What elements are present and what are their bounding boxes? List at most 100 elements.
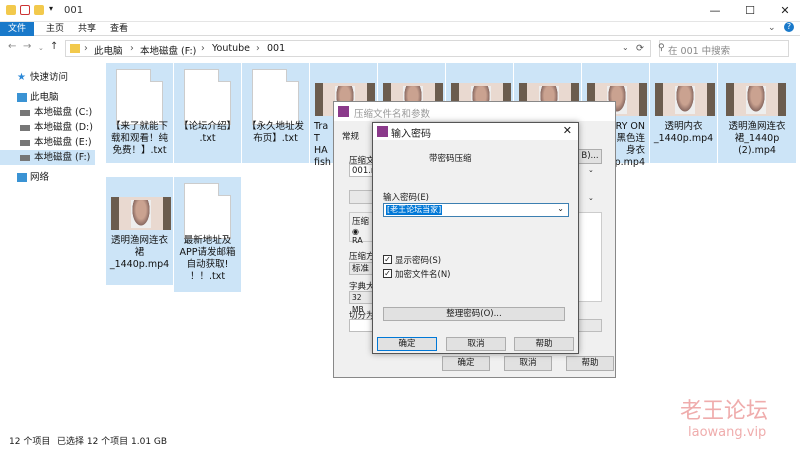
- status-bar: 12 个项目 已选择 12 个项目 1.01 GB: [0, 435, 800, 450]
- forward-arrow-icon[interactable]: →: [23, 41, 31, 52]
- selection-info: 已选择 12 个项目 1.01 GB: [57, 437, 168, 447]
- chevron-right-icon: ›: [201, 43, 205, 54]
- dictionary-select[interactable]: 32 MB: [349, 291, 373, 314]
- up-arrow-icon[interactable]: ↑: [50, 41, 58, 52]
- file-name: 透明内衣 _1440p.mp4: [653, 121, 714, 144]
- refresh-icon[interactable]: ⟳: [636, 43, 644, 54]
- file-item[interactable]: 最新地址及 APP请发邮箱 自动获取! ！！.txt: [174, 177, 241, 292]
- search-box[interactable]: ⚲ 在 001 中搜索: [658, 40, 789, 57]
- folder-icon: [6, 5, 16, 15]
- password-ok-button[interactable]: 确定: [377, 337, 437, 351]
- vertical-scrollbar[interactable]: [788, 62, 798, 432]
- network-icon: [17, 173, 27, 182]
- file-item[interactable]: 【来了就能下 载和观看！纯 免费！】.txt: [106, 63, 173, 163]
- winrar-icon: [338, 106, 349, 117]
- file-name: 【永久地址发 布页】.txt: [246, 121, 304, 144]
- properties-icon[interactable]: [20, 5, 30, 15]
- file-item[interactable]: 透明内衣 _1440p.mp4: [650, 63, 717, 163]
- tab-home[interactable]: 主页: [38, 22, 72, 36]
- sidebar-item-drive-d[interactable]: 本地磁盘 (D:): [0, 120, 95, 135]
- watermark-url: laowang.vip: [688, 425, 767, 440]
- password-dialog: 输入密码 ✕ 带密码压缩 输入密码(E) [老王论坛当家] ⌄ ✓ 显示密码(S…: [372, 122, 579, 354]
- chevron-right-icon: ›: [130, 43, 134, 54]
- sidebar-item-drive-e[interactable]: 本地磁盘 (E:): [0, 135, 95, 150]
- address-bar[interactable]: › 此电脑 › 本地磁盘 (F:) › Youtube › 001 ⌄ ⟳: [65, 40, 651, 57]
- password-cancel-button[interactable]: 取消: [446, 337, 506, 351]
- file-item[interactable]: 【永久地址发 布页】.txt: [242, 63, 309, 163]
- drive-icon: [20, 110, 30, 116]
- recent-dropdown-icon[interactable]: ⌄: [38, 44, 44, 52]
- split-field[interactable]: [349, 319, 373, 332]
- method-select[interactable]: 标准: [349, 262, 373, 275]
- sidebar-item-quick-access[interactable]: ★ 快速访问: [0, 70, 95, 85]
- breadcrumb-this-pc[interactable]: 此电脑: [94, 43, 123, 57]
- tab-share[interactable]: 共享: [70, 22, 104, 36]
- file-item[interactable]: 【论坛介绍】 .txt: [174, 63, 241, 163]
- breadcrumb-youtube[interactable]: Youtube: [212, 43, 250, 54]
- item-count: 12 个项目: [9, 437, 51, 447]
- tab-general[interactable]: 常规: [342, 130, 359, 142]
- password-history-dropdown-icon[interactable]: ⌄: [557, 204, 564, 213]
- archive-ok-button[interactable]: 确定: [442, 356, 490, 371]
- file-name: 【论坛介绍】 .txt: [178, 121, 236, 144]
- video-thumbnail: [111, 197, 171, 230]
- sidebar-item-drive-f[interactable]: 本地磁盘 (F:): [0, 150, 95, 165]
- password-input[interactable]: [老王论坛当家] ⌄: [383, 203, 569, 217]
- title-bar: ▾ 001 — ☐ ✕: [0, 0, 800, 22]
- search-placeholder: 在 001 中搜索: [668, 46, 731, 57]
- sidebar: ★ 快速访问 此电脑 本地磁盘 (C:) 本地磁盘 (D:) 本地磁盘 (E:)…: [0, 62, 95, 432]
- radio-rar[interactable]: ◉ RA: [352, 227, 372, 245]
- text-file-icon: [184, 69, 231, 125]
- archive-name-field[interactable]: 001.ra: [349, 164, 380, 177]
- password-value: [老王论坛当家]: [386, 205, 443, 215]
- tab-view[interactable]: 查看: [102, 22, 136, 36]
- format-group: 压缩 ◉ RA: [349, 212, 373, 245]
- maximize-button[interactable]: ☐: [735, 2, 765, 20]
- tab-file[interactable]: 文件: [0, 22, 34, 36]
- close-icon[interactable]: ✕: [563, 124, 572, 137]
- password-heading: 带密码压缩: [429, 154, 472, 164]
- quick-access-dropdown-icon[interactable]: ▾: [49, 4, 53, 13]
- password-help-button[interactable]: 帮助: [514, 337, 574, 351]
- archive-cancel-button[interactable]: 取消: [504, 356, 552, 371]
- file-name: 透明渔网连衣 裙_1440p (2).mp4: [728, 121, 786, 156]
- archive-help-button[interactable]: 帮助: [566, 356, 614, 371]
- dropdown-icon[interactable]: ⌄: [588, 166, 594, 174]
- window-title: 001: [64, 5, 84, 16]
- new-folder-icon[interactable]: [34, 5, 44, 15]
- close-button[interactable]: ✕: [770, 2, 800, 20]
- dropdown-icon[interactable]: ⌄: [588, 194, 594, 202]
- format-label: 压缩: [352, 217, 370, 227]
- sidebar-item-network[interactable]: 网络: [0, 170, 95, 185]
- video-thumbnail: [726, 83, 786, 116]
- profile-button[interactable]: [349, 190, 373, 204]
- browse-button[interactable]: B)...: [578, 149, 602, 164]
- set-password-button[interactable]: [578, 319, 602, 332]
- help-icon[interactable]: ?: [784, 22, 794, 32]
- file-name: 【来了就能下 载和观看！纯 免费！】.txt: [110, 121, 168, 156]
- drive-icon: [20, 125, 30, 131]
- sidebar-item-this-pc[interactable]: 此电脑: [0, 90, 95, 105]
- checkbox-checked[interactable]: ✓: [383, 255, 392, 264]
- video-thumbnail: [655, 83, 715, 116]
- breadcrumb-drive-f[interactable]: 本地磁盘 (F:): [140, 43, 196, 57]
- ribbon-tabs: 文件 主页 共享 查看 ⌄ ?: [0, 22, 800, 36]
- minimize-button[interactable]: —: [700, 2, 730, 20]
- file-name: 透明渔网连衣裙 _1440p.mp4: [109, 235, 170, 270]
- back-arrow-icon[interactable]: ←: [8, 41, 16, 52]
- folder-icon: [70, 44, 80, 53]
- text-file-icon: [184, 183, 231, 239]
- checkbox-checked[interactable]: ✓: [383, 269, 392, 278]
- watermark-text: 老王论坛: [680, 399, 769, 424]
- navigation-bar: ← → ⌄ ↑ › 此电脑 › 本地磁盘 (F:) › Youtube › 00…: [0, 37, 800, 59]
- password-dialog-title: 输入密码: [391, 129, 431, 140]
- file-item[interactable]: 透明渔网连衣 裙_1440p (2).mp4: [718, 63, 796, 163]
- sidebar-item-drive-c[interactable]: 本地磁盘 (C:): [0, 105, 95, 120]
- ribbon-expand-icon[interactable]: ⌄: [768, 23, 776, 33]
- chevron-right-icon: ›: [84, 43, 88, 54]
- address-dropdown-icon[interactable]: ⌄: [622, 43, 629, 52]
- archive-dialog-title-bar: 压缩文件名和参数: [334, 102, 615, 121]
- organize-passwords-button[interactable]: 整理密码(O)...: [383, 307, 565, 321]
- breadcrumb-001[interactable]: 001: [267, 43, 285, 54]
- file-item[interactable]: 透明渔网连衣裙 _1440p.mp4: [106, 177, 173, 285]
